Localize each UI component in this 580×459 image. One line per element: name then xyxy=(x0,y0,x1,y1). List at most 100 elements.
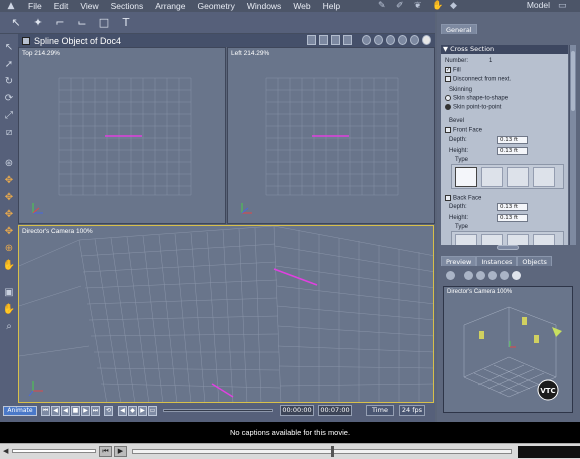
back-bevel-step-icon[interactable] xyxy=(507,233,529,245)
volume-slider[interactable] xyxy=(12,449,96,453)
rotate-tool-icon[interactable]: ↻ xyxy=(2,74,16,88)
preview-viewport[interactable]: Director's Camera 100% VTC xyxy=(443,286,573,413)
menu-view[interactable]: View xyxy=(74,1,104,11)
render-mode-2-icon[interactable] xyxy=(374,35,383,45)
go-end-button[interactable]: ⏭ xyxy=(91,406,100,416)
play-button[interactable]: ▶ xyxy=(81,406,90,416)
preview-texture-icon[interactable] xyxy=(500,271,509,280)
camera-move-icon[interactable]: ✥ xyxy=(2,173,16,187)
twist-tool-icon[interactable]: ⟳ xyxy=(2,91,16,105)
tab-objects[interactable]: Objects xyxy=(517,256,552,266)
camera-viewport[interactable]: Director's Camera 100% xyxy=(18,225,434,403)
bevel-curve-icon[interactable] xyxy=(533,166,555,187)
panel-resize-handle[interactable] xyxy=(497,245,519,250)
menu-sections[interactable]: Sections xyxy=(105,1,150,11)
layout-two-icon[interactable] xyxy=(319,35,328,45)
fill-checkbox[interactable]: ✓ Fill xyxy=(445,67,461,74)
arrow-tool-icon[interactable]: ↖ xyxy=(2,40,16,54)
zoom-magnifier-icon[interactable]: ⌕ xyxy=(2,319,16,333)
preview-shade-icon[interactable] xyxy=(476,271,485,280)
key-button[interactable]: ◆ xyxy=(128,406,137,416)
scrollbar-thumb[interactable] xyxy=(571,51,575,111)
cross-section-header[interactable]: ▼ Cross Section xyxy=(441,45,568,54)
tab-instances[interactable]: Instances xyxy=(476,256,518,266)
top-viewport[interactable]: Top 214.29% xyxy=(18,47,226,224)
text-tool-icon[interactable]: T xyxy=(118,15,134,31)
hand-tool-orange-icon[interactable]: ✋ xyxy=(2,258,16,272)
back-bevel-round-icon[interactable] xyxy=(481,233,503,245)
preview-smooth-icon[interactable] xyxy=(488,271,497,280)
go-start-button[interactable]: ⏮ xyxy=(41,406,50,416)
orbit-tool-icon[interactable]: ⊛ xyxy=(2,156,16,170)
front-height-input[interactable]: 0.13 ft xyxy=(497,147,528,155)
camera-pan-icon[interactable]: ✥ xyxy=(2,190,16,204)
back-bevel-flat-icon[interactable] xyxy=(455,233,477,245)
bevel-step-icon[interactable] xyxy=(507,166,529,187)
menu-edit[interactable]: Edit xyxy=(48,1,75,11)
add-point-icon[interactable]: ✦ xyxy=(30,15,46,31)
preview-orbit-icon[interactable] xyxy=(446,271,455,280)
leaf-icon[interactable]: ❦ xyxy=(414,1,428,11)
hand-icon[interactable]: ✋ xyxy=(432,1,446,11)
skin-point-radio[interactable]: Skin point-to-point xyxy=(445,104,501,111)
scale-tool-icon[interactable]: ⤢ xyxy=(2,108,16,122)
menu-arrange[interactable]: Arrange xyxy=(149,1,191,11)
layout-single-icon[interactable] xyxy=(307,35,316,45)
camera-dolly-icon[interactable]: ✥ xyxy=(2,207,16,221)
spline-line-camera[interactable] xyxy=(273,268,318,286)
camera-object-icon[interactable] xyxy=(552,327,562,337)
move-tool-icon[interactable]: ➚ xyxy=(2,57,16,71)
tab-preview[interactable]: Preview xyxy=(441,256,477,266)
render-mode-6-icon[interactable] xyxy=(422,35,431,45)
properties-scrollbar[interactable] xyxy=(569,45,576,245)
back-depth-input[interactable]: 0.13 ft xyxy=(497,203,528,211)
select-tool-icon[interactable]: ↖ xyxy=(8,15,24,31)
cube-icon[interactable]: ◆ xyxy=(450,1,464,11)
light-3-icon[interactable] xyxy=(534,335,539,343)
menu-windows[interactable]: Windows xyxy=(241,1,287,11)
loop-button[interactable]: ⟲ xyxy=(104,406,113,416)
menu-web[interactable]: Web xyxy=(287,1,316,11)
back-height-input[interactable]: 0.13 ft xyxy=(497,214,528,222)
render-mode-5-icon[interactable] xyxy=(410,35,419,45)
layout-three-icon[interactable] xyxy=(331,35,340,45)
skin-shape-radio[interactable]: Skin shape-to-shape xyxy=(445,95,508,102)
back-face-checkbox[interactable]: Back Face xyxy=(445,195,481,202)
next-key-button[interactable]: ▶ xyxy=(138,406,147,416)
menu-help[interactable]: Help xyxy=(317,1,346,11)
minimize-icon[interactable]: ▭ xyxy=(558,1,572,11)
bevel-flat-icon[interactable] xyxy=(455,166,477,187)
skew-tool-icon[interactable]: ⧄ xyxy=(2,125,16,139)
front-face-checkbox[interactable]: Front Face xyxy=(445,127,482,134)
spline-line-camera-lower[interactable] xyxy=(211,383,234,398)
grab-hand-icon[interactable]: ✋ xyxy=(2,302,16,316)
tab-general[interactable]: General xyxy=(441,24,477,34)
close-box-icon[interactable] xyxy=(22,36,30,45)
layout-four-icon[interactable] xyxy=(343,35,352,45)
time-mode-select[interactable]: Time xyxy=(366,405,394,416)
render-mode-1-icon[interactable] xyxy=(362,35,371,45)
light-2-icon[interactable] xyxy=(522,317,527,325)
time-slider[interactable] xyxy=(163,409,273,412)
menu-file[interactable]: File xyxy=(22,1,48,11)
bevel-round-icon[interactable] xyxy=(481,166,503,187)
bezier-point-icon[interactable]: ⌐ xyxy=(52,15,68,31)
rectangle-tool-icon[interactable]: □ xyxy=(96,15,112,31)
preview-wire-icon[interactable] xyxy=(464,271,473,280)
menu-geometry[interactable]: Geometry xyxy=(192,1,241,11)
stop-button[interactable]: ■ xyxy=(71,406,80,416)
movie-seek-bar[interactable] xyxy=(132,449,512,454)
time-end-field[interactable]: 00:07:00 xyxy=(318,405,352,416)
front-depth-input[interactable]: 0.13 ft xyxy=(497,136,528,144)
seek-thumb[interactable] xyxy=(331,446,334,457)
light-1-icon[interactable] xyxy=(479,331,484,339)
camera-roll-icon[interactable]: ⊕ xyxy=(2,241,16,255)
player-rewind-button[interactable]: ⏮ xyxy=(99,446,112,457)
corner-point-icon[interactable]: ⌙ xyxy=(74,15,90,31)
animate-button[interactable]: Animate xyxy=(3,406,37,416)
play-back-button[interactable]: ◀ xyxy=(61,406,70,416)
left-viewport[interactable]: Left 214.29% xyxy=(227,47,435,224)
brush-icon[interactable]: ✎ xyxy=(378,1,392,11)
render-mode-4-icon[interactable] xyxy=(398,35,407,45)
app-logo-icon[interactable]: ▲ xyxy=(0,0,22,12)
